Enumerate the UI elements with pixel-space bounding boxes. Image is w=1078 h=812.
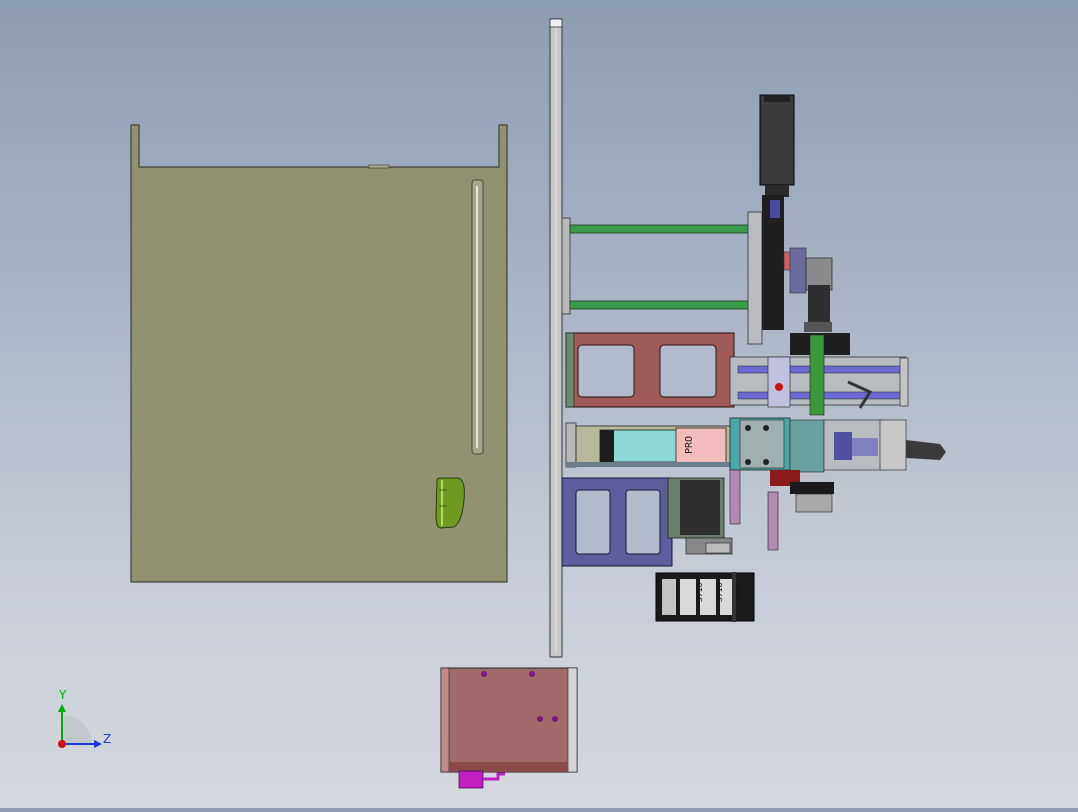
guide-rods-blue[interactable] [729, 333, 909, 416]
base-block[interactable] [440, 667, 578, 789]
cad-viewport[interactable]: PRO 3718 3718 3718 Y Z [0, 0, 1078, 808]
cylinder-brand-label: PRO [684, 436, 695, 454]
assembly-drawing: PRO 3718 3718 3718 [58, 18, 946, 789]
stepper-motor[interactable] [667, 477, 733, 555]
tray-part[interactable] [130, 124, 508, 583]
coordinate-triad [58, 704, 102, 748]
chain-mark-1: 3718 [695, 583, 704, 602]
y-axis-label: Y [59, 688, 67, 702]
z-axis-label: Z [103, 732, 112, 746]
pneumatic-cylinder[interactable]: PRO [565, 422, 737, 468]
top-motor-stack[interactable] [747, 94, 833, 345]
chain-mark-2: 3718 [715, 583, 724, 602]
chain-mark-3: 3718 [735, 583, 744, 602]
gripper-mechanism[interactable] [729, 417, 946, 551]
red-frame[interactable] [565, 332, 735, 408]
cable-chain[interactable]: 3718 3718 3718 [655, 572, 755, 622]
blue-frame[interactable] [561, 477, 673, 567]
guide-rods-green[interactable] [569, 224, 751, 310]
